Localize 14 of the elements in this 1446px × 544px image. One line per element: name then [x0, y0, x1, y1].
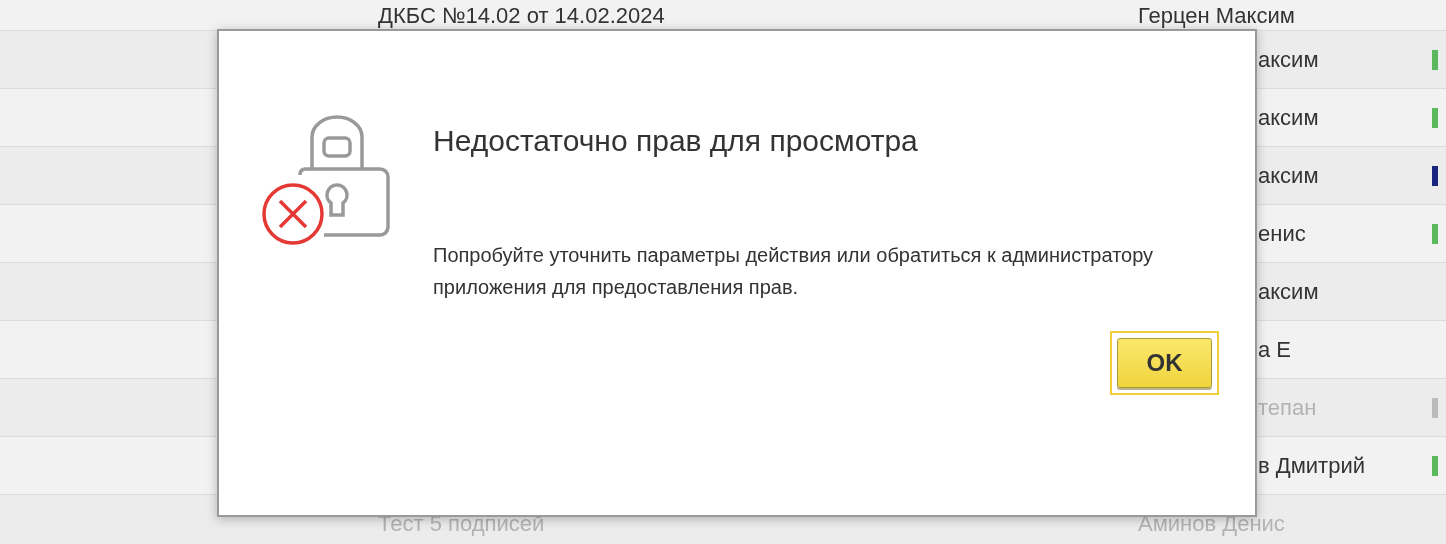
dialog-message: Попробуйте уточнить параметры действия или обратиться к администратору приложения для предоставления прав. [433, 243, 1155, 300]
author-cell: аксим [1258, 163, 1319, 188]
author-cell: тепан [1258, 395, 1317, 420]
author-cell: аксим [1258, 279, 1319, 304]
dialog-title: Недостаточно прав для просмотра [433, 123, 919, 159]
ok-button[interactable]: OK [1117, 338, 1212, 388]
author-cell: аксим [1258, 105, 1319, 130]
author-cell: в Дмитрий [1258, 453, 1365, 478]
document-cell: ДКБС №14.02 от 14.02.2024 [378, 2, 665, 28]
author-cell: Герцен Максим [1138, 2, 1295, 28]
author-cell: а Е [1258, 337, 1292, 362]
author-cell: енис [1258, 221, 1306, 246]
author-cell: аксим [1258, 47, 1319, 72]
author-cell: Аминов Денис [1138, 511, 1285, 536]
